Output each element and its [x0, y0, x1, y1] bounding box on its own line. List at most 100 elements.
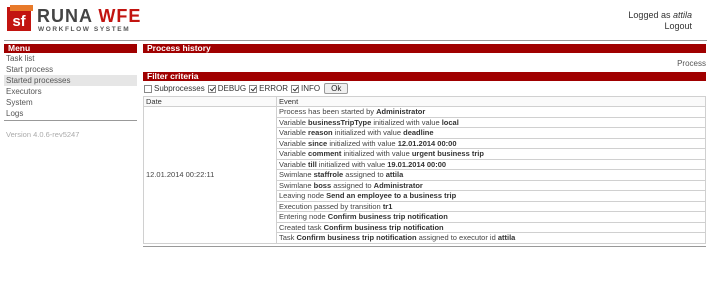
- event-value: Confirm business trip notification: [296, 233, 417, 243]
- event-value: till: [308, 159, 317, 169]
- event-value: Send an employee to a business trip: [326, 191, 457, 201]
- brand-wfe: WFE: [98, 6, 142, 26]
- subprocesses-label: Subprocesses: [154, 84, 205, 93]
- logged-as-line: Logged as attila: [628, 10, 692, 21]
- event-cell: Process has been started by Administrato…: [276, 106, 706, 118]
- event-text: initialized with value: [371, 117, 442, 127]
- event-cell: Leaving node Send an employee to a busin…: [276, 190, 706, 202]
- logged-as-label: Logged as: [628, 10, 671, 20]
- username: attila: [672, 10, 692, 20]
- event-text: Swimlane: [279, 170, 314, 180]
- event-value: reason: [308, 128, 333, 138]
- event-text: Execution passed by transition: [279, 201, 383, 211]
- event-value: Administrator: [373, 180, 423, 190]
- event-cell: Variable till initialized with value 19.…: [276, 158, 706, 170]
- event-cell: Execution passed by transition tr1: [276, 200, 706, 212]
- error-checkbox[interactable]: [249, 84, 258, 93]
- event-value: tr1: [382, 201, 393, 211]
- event-value: boss: [313, 180, 332, 190]
- table-body: 12.01.2014 00:22:11 Process has been star…: [143, 106, 706, 244]
- debug-checkbox[interactable]: [207, 84, 216, 93]
- event-text: Task: [279, 233, 297, 243]
- event-text: Variable: [279, 128, 309, 138]
- main-content: Process history Process Filter criteria …: [143, 44, 706, 247]
- filter-title: Filter criteria: [143, 72, 706, 81]
- sidebar-item-task-list[interactable]: Task list: [4, 53, 137, 64]
- tab-row: Process: [143, 53, 706, 72]
- column-header-event: Event: [276, 96, 706, 107]
- event-text: Entering node: [279, 212, 328, 222]
- event-text: Variable: [279, 117, 309, 127]
- event-cell: Variable since initialized with value 12…: [276, 137, 706, 149]
- event-cell: Created task Confirm business trip notif…: [276, 221, 706, 233]
- event-value: staffrole: [313, 170, 344, 180]
- event-text: Swimlane: [279, 180, 314, 190]
- event-value: businessTripType: [308, 117, 372, 127]
- filter-criteria: Subprocesses DEBUG ERROR INFO Ok: [143, 82, 706, 95]
- logo: sf RUNA WFE WORKFLOW SYSTEM: [7, 5, 140, 35]
- event-text: Variable: [279, 138, 309, 148]
- sidebar-item-logs[interactable]: Logs: [4, 108, 137, 119]
- debug-label: DEBUG: [217, 84, 247, 93]
- sidebar-item-executors[interactable]: Executors: [4, 86, 137, 97]
- svg-text:sf: sf: [12, 13, 26, 30]
- event-cell: Swimlane staffrole assigned to attila: [276, 169, 706, 181]
- column-header-date: Date: [143, 96, 277, 107]
- event-value: Administrator: [376, 107, 426, 117]
- event-text: Process has been started by: [279, 107, 377, 117]
- brand-runa: RUNA: [37, 6, 93, 26]
- event-value: 19.01.2014 00:00: [387, 159, 447, 169]
- event-value: attila: [497, 233, 516, 243]
- event-text: Created task: [279, 222, 324, 232]
- event-text: initialized with value: [327, 138, 398, 148]
- event-value: attila: [385, 170, 404, 180]
- version-label: Version 4.0.6-rev5247: [6, 130, 80, 139]
- info-checkbox[interactable]: [291, 84, 300, 93]
- event-text: initialized with value: [332, 128, 404, 138]
- sidebar-item-started-processes[interactable]: Started processes: [4, 75, 137, 86]
- event-text: Variable: [279, 149, 309, 159]
- sidebar-item-system[interactable]: System: [4, 97, 137, 108]
- event-cell: Variable businessTripType initialized wi…: [276, 116, 706, 128]
- info-label: INFO: [301, 84, 321, 93]
- event-text: initialized with value: [316, 159, 388, 169]
- event-text: initialized with value: [341, 149, 412, 159]
- ok-button[interactable]: Ok: [324, 83, 349, 94]
- table-row: 12.01.2014 00:22:11 Process has been star…: [143, 106, 706, 244]
- event-cell: Swimlane boss assigned to Administrator: [276, 179, 706, 191]
- sidebar-divider: [4, 120, 137, 121]
- event-value: Confirm business trip notification: [327, 212, 448, 222]
- event-value: 12.01.2014 00:00: [397, 138, 457, 148]
- tab-process[interactable]: Process: [677, 59, 706, 68]
- error-label: ERROR: [259, 84, 289, 93]
- brand-tagline: WORKFLOW SYSTEM: [38, 26, 131, 33]
- logout-link[interactable]: Logout: [628, 21, 692, 32]
- event-date: 12.01.2014 00:22:11: [143, 106, 277, 244]
- event-text: assigned to: [343, 170, 386, 180]
- event-value: Confirm business trip notification: [323, 222, 444, 232]
- event-cell: Variable reason initialized with value d…: [276, 127, 706, 139]
- event-value: deadline: [403, 128, 434, 138]
- footer-divider: [143, 245, 706, 247]
- event-cell: Entering node Confirm business trip noti…: [276, 211, 706, 223]
- history-table: Date Event 12.01.2014 00:22:11 Process ha…: [143, 96, 706, 244]
- sidebar-item-start-process[interactable]: Start process: [4, 64, 137, 75]
- sidebar: Menu Task list Start process Started pro…: [4, 44, 137, 139]
- event-value: since: [308, 138, 328, 148]
- event-text: Leaving node: [279, 191, 327, 201]
- event-cell: Task Confirm business trip notification …: [276, 232, 706, 244]
- runa-logo-icon: sf: [7, 5, 33, 31]
- login-info: Logged as attila Logout: [628, 10, 692, 32]
- event-text: assigned to executor id: [416, 233, 498, 243]
- menu-title: Menu: [4, 44, 137, 53]
- event-value: urgent business trip: [411, 149, 484, 159]
- event-text: assigned to: [331, 180, 374, 190]
- brand-name: RUNA WFE: [37, 6, 141, 27]
- page-title: Process history: [143, 44, 706, 53]
- table-header-row: Date Event: [143, 96, 706, 107]
- event-value: local: [441, 117, 459, 127]
- event-cell: Variable comment initialized with value …: [276, 148, 706, 160]
- subprocesses-checkbox[interactable]: [144, 84, 152, 93]
- header-divider: [4, 40, 707, 41]
- event-text: Variable: [279, 159, 309, 169]
